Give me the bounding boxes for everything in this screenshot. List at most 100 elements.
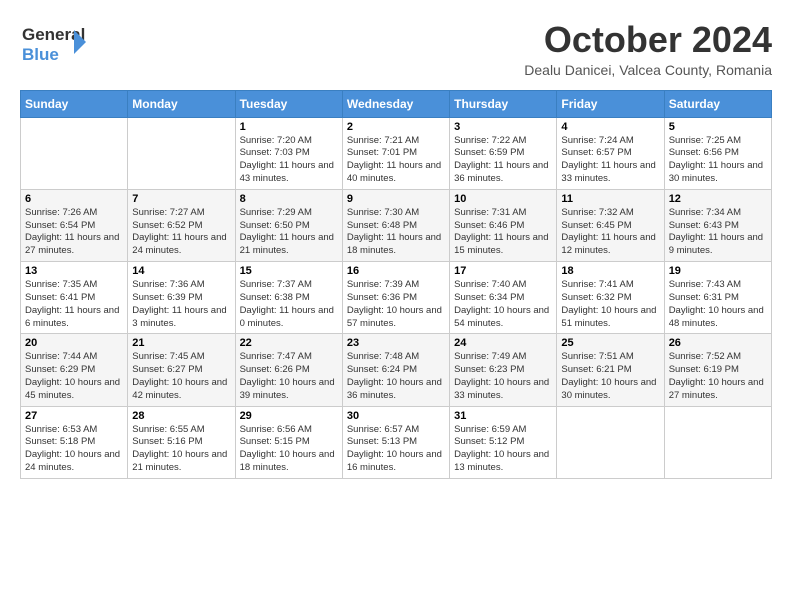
day-info: Sunrise: 6:53 AM Sunset: 5:18 PM Dayligh… [25, 424, 123, 475]
day-info: Sunrise: 7:52 AM Sunset: 6:19 PM Dayligh… [669, 351, 767, 402]
day-number: 24 [454, 337, 552, 349]
day-number: 10 [454, 193, 552, 205]
calendar-cell: 3 Sunrise: 7:22 AM Sunset: 6:59 PM Daylig… [450, 117, 557, 189]
day-number: 19 [669, 265, 767, 277]
calendar-cell [128, 117, 235, 189]
day-number: 27 [25, 410, 123, 422]
location: Dealu Danicei, Valcea County, Romania [524, 62, 772, 78]
day-info: Sunrise: 7:39 AM Sunset: 6:36 PM Dayligh… [347, 279, 445, 330]
logo: GeneralBlue [20, 20, 90, 68]
week-row-4: 20 Sunrise: 7:44 AM Sunset: 6:29 PM Dayli… [21, 334, 772, 406]
day-number: 31 [454, 410, 552, 422]
col-header-tuesday: Tuesday [235, 90, 342, 117]
week-row-2: 6 Sunrise: 7:26 AM Sunset: 6:54 PM Daylig… [21, 189, 772, 261]
day-number: 7 [132, 193, 230, 205]
day-number: 26 [669, 337, 767, 349]
calendar-cell: 14 Sunrise: 7:36 AM Sunset: 6:39 PM Dayli… [128, 262, 235, 334]
svg-text:Blue: Blue [22, 45, 59, 64]
day-number: 29 [240, 410, 338, 422]
day-number: 14 [132, 265, 230, 277]
day-number: 13 [25, 265, 123, 277]
day-info: Sunrise: 7:35 AM Sunset: 6:41 PM Dayligh… [25, 279, 123, 330]
day-info: Sunrise: 7:20 AM Sunset: 7:03 PM Dayligh… [240, 135, 338, 186]
day-info: Sunrise: 7:21 AM Sunset: 7:01 PM Dayligh… [347, 135, 445, 186]
day-info: Sunrise: 7:34 AM Sunset: 6:43 PM Dayligh… [669, 207, 767, 258]
day-info: Sunrise: 7:29 AM Sunset: 6:50 PM Dayligh… [240, 207, 338, 258]
calendar-table: SundayMondayTuesdayWednesdayThursdayFrid… [20, 90, 772, 479]
calendar-cell: 5Sunrise: 7:25 AM Sunset: 6:56 PM Daylig… [664, 117, 771, 189]
calendar-cell: 19Sunrise: 7:43 AM Sunset: 6:31 PM Dayli… [664, 262, 771, 334]
calendar-cell: 12 Sunrise: 7:34 AM Sunset: 6:43 PM Dayli… [664, 189, 771, 261]
calendar-cell: 21 Sunrise: 7:45 AM Sunset: 6:27 PM Dayli… [128, 334, 235, 406]
calendar-cell: 10 Sunrise: 7:31 AM Sunset: 6:46 PM Dayli… [450, 189, 557, 261]
col-header-sunday: Sunday [21, 90, 128, 117]
day-number: 17 [454, 265, 552, 277]
col-header-monday: Monday [128, 90, 235, 117]
day-number: 3 [454, 121, 552, 133]
day-info: Sunrise: 7:36 AM Sunset: 6:39 PM Dayligh… [132, 279, 230, 330]
day-number: 18 [561, 265, 659, 277]
calendar-cell: 2 Sunrise: 7:21 AM Sunset: 7:01 PM Daylig… [342, 117, 449, 189]
day-number: 30 [347, 410, 445, 422]
day-info: Sunrise: 7:22 AM Sunset: 6:59 PM Dayligh… [454, 135, 552, 186]
day-info: Sunrise: 7:25 AM Sunset: 6:56 PM Dayligh… [669, 135, 767, 186]
day-info: Sunrise: 6:56 AM Sunset: 5:15 PM Dayligh… [240, 424, 338, 475]
day-info: Sunrise: 7:27 AM Sunset: 6:52 PM Dayligh… [132, 207, 230, 258]
day-number: 28 [132, 410, 230, 422]
day-info: Sunrise: 7:49 AM Sunset: 6:23 PM Dayligh… [454, 351, 552, 402]
day-number: 9 [347, 193, 445, 205]
calendar-cell: 23Sunrise: 7:48 AM Sunset: 6:24 PM Dayli… [342, 334, 449, 406]
day-info: Sunrise: 7:47 AM Sunset: 6:26 PM Dayligh… [240, 351, 338, 402]
calendar-cell: 17 Sunrise: 7:40 AM Sunset: 6:34 PM Dayli… [450, 262, 557, 334]
day-info: Sunrise: 7:51 AM Sunset: 6:21 PM Dayligh… [561, 351, 659, 402]
day-info: Sunrise: 7:40 AM Sunset: 6:34 PM Dayligh… [454, 279, 552, 330]
calendar-cell: 27 Sunrise: 6:53 AM Sunset: 5:18 PM Dayli… [21, 406, 128, 478]
day-number: 6 [25, 193, 123, 205]
calendar-cell: 4Sunrise: 7:24 AM Sunset: 6:57 PM Daylig… [557, 117, 664, 189]
col-header-friday: Friday [557, 90, 664, 117]
calendar-cell [21, 117, 128, 189]
month-title: October 2024 [524, 20, 772, 60]
week-row-5: 27 Sunrise: 6:53 AM Sunset: 5:18 PM Dayli… [21, 406, 772, 478]
day-number: 1 [240, 121, 338, 133]
day-number: 12 [669, 193, 767, 205]
day-number: 15 [240, 265, 338, 277]
calendar-cell: 7 Sunrise: 7:27 AM Sunset: 6:52 PM Daylig… [128, 189, 235, 261]
calendar-cell: 25 Sunrise: 7:51 AM Sunset: 6:21 PM Dayli… [557, 334, 664, 406]
day-number: 21 [132, 337, 230, 349]
calendar-cell: 13 Sunrise: 7:35 AM Sunset: 6:41 PM Dayli… [21, 262, 128, 334]
col-header-saturday: Saturday [664, 90, 771, 117]
page-header: GeneralBlue October 2024 Dealu Danicei, … [20, 20, 772, 78]
day-info: Sunrise: 7:32 AM Sunset: 6:45 PM Dayligh… [561, 207, 659, 258]
day-info: Sunrise: 6:59 AM Sunset: 5:12 PM Dayligh… [454, 424, 552, 475]
day-info: Sunrise: 7:26 AM Sunset: 6:54 PM Dayligh… [25, 207, 123, 258]
day-info: Sunrise: 7:41 AM Sunset: 6:32 PM Dayligh… [561, 279, 659, 330]
logo-icon: GeneralBlue [20, 20, 90, 68]
calendar-cell [664, 406, 771, 478]
calendar-cell: 26 Sunrise: 7:52 AM Sunset: 6:19 PM Dayli… [664, 334, 771, 406]
day-info: Sunrise: 7:44 AM Sunset: 6:29 PM Dayligh… [25, 351, 123, 402]
day-number: 2 [347, 121, 445, 133]
calendar-cell: 1 Sunrise: 7:20 AM Sunset: 7:03 PM Daylig… [235, 117, 342, 189]
day-number: 20 [25, 337, 123, 349]
day-info: Sunrise: 7:24 AM Sunset: 6:57 PM Dayligh… [561, 135, 659, 186]
day-number: 8 [240, 193, 338, 205]
calendar-cell: 22Sunrise: 7:47 AM Sunset: 6:26 PM Dayli… [235, 334, 342, 406]
title-block: October 2024 Dealu Danicei, Valcea Count… [524, 20, 772, 78]
calendar-cell: 15Sunrise: 7:37 AM Sunset: 6:38 PM Dayli… [235, 262, 342, 334]
calendar-cell: 6 Sunrise: 7:26 AM Sunset: 6:54 PM Daylig… [21, 189, 128, 261]
day-info: Sunrise: 6:55 AM Sunset: 5:16 PM Dayligh… [132, 424, 230, 475]
day-info: Sunrise: 7:48 AM Sunset: 6:24 PM Dayligh… [347, 351, 445, 402]
calendar-cell: 11 Sunrise: 7:32 AM Sunset: 6:45 PM Dayli… [557, 189, 664, 261]
col-header-thursday: Thursday [450, 90, 557, 117]
week-row-3: 13 Sunrise: 7:35 AM Sunset: 6:41 PM Dayli… [21, 262, 772, 334]
day-number: 16 [347, 265, 445, 277]
day-info: Sunrise: 7:45 AM Sunset: 6:27 PM Dayligh… [132, 351, 230, 402]
week-row-1: 1 Sunrise: 7:20 AM Sunset: 7:03 PM Daylig… [21, 117, 772, 189]
col-header-wednesday: Wednesday [342, 90, 449, 117]
day-number: 11 [561, 193, 659, 205]
day-info: Sunrise: 7:31 AM Sunset: 6:46 PM Dayligh… [454, 207, 552, 258]
calendar-cell: 30Sunrise: 6:57 AM Sunset: 5:13 PM Dayli… [342, 406, 449, 478]
day-number: 25 [561, 337, 659, 349]
calendar-cell: 29 Sunrise: 6:56 AM Sunset: 5:15 PM Dayli… [235, 406, 342, 478]
